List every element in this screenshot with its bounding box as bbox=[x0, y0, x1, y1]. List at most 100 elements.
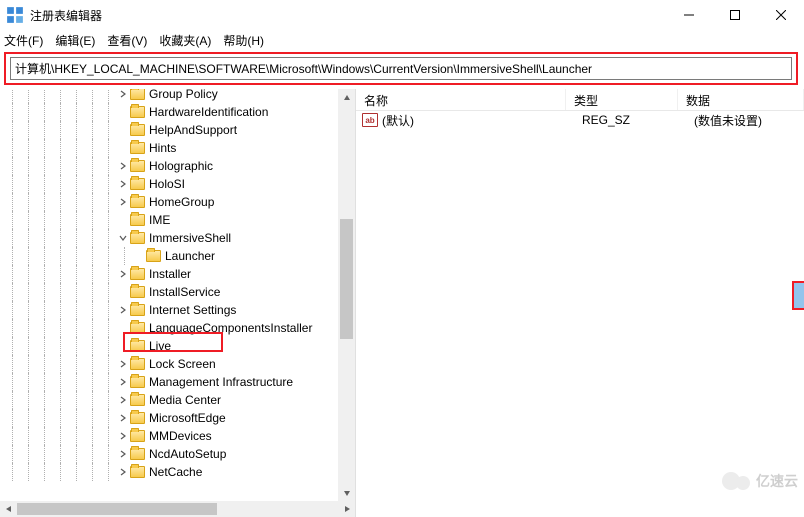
folder-icon bbox=[130, 160, 145, 172]
menu-view[interactable]: 查看(V) bbox=[107, 32, 147, 49]
context-new[interactable]: 新建(N) bbox=[794, 283, 804, 308]
registry-tree[interactable]: Group Policy HardwareIdentification HelpAn… bbox=[0, 89, 355, 481]
col-type[interactable]: 类型 bbox=[566, 89, 678, 110]
scroll-down-icon[interactable] bbox=[338, 484, 355, 501]
scroll-up-icon[interactable] bbox=[338, 89, 355, 106]
folder-icon bbox=[130, 196, 145, 208]
tree-node-label: Lock Screen bbox=[149, 357, 216, 371]
menu-help[interactable]: 帮助(H) bbox=[223, 32, 264, 49]
tree-node[interactable]: ImmersiveShell bbox=[4, 229, 355, 247]
col-name[interactable]: 名称 bbox=[356, 89, 566, 110]
tree-node[interactable]: Lock Screen bbox=[4, 355, 355, 373]
tree-pane: Group Policy HardwareIdentification HelpAn… bbox=[0, 89, 356, 517]
folder-icon bbox=[130, 322, 145, 334]
tree-node-label: InstallService bbox=[149, 285, 220, 299]
folder-icon bbox=[130, 412, 145, 424]
tree-node[interactable]: Holographic bbox=[4, 157, 355, 175]
tree-node[interactable]: LanguageComponentsInstaller bbox=[4, 319, 355, 337]
watermark-text: 亿速云 bbox=[756, 471, 798, 491]
tree-node[interactable]: Installer bbox=[4, 265, 355, 283]
tree-node[interactable]: Group Policy bbox=[4, 89, 355, 103]
chevron-right-icon[interactable] bbox=[116, 198, 130, 206]
folder-icon bbox=[130, 142, 145, 154]
folder-icon bbox=[130, 106, 145, 118]
panes: Group Policy HardwareIdentification HelpAn… bbox=[0, 89, 804, 517]
address-bar[interactable]: 计算机\HKEY_LOCAL_MACHINE\SOFTWARE\Microsof… bbox=[10, 57, 792, 80]
folder-icon bbox=[130, 340, 145, 352]
chevron-right-icon[interactable] bbox=[116, 414, 130, 422]
values-pane: 名称 类型 数据 ab (默认) REG_SZ (数值未设置) 新建(N) ▸ … bbox=[356, 89, 804, 517]
tree-node[interactable]: Hints bbox=[4, 139, 355, 157]
tree-node-label: Live bbox=[149, 339, 171, 353]
tree-node[interactable]: Internet Settings bbox=[4, 301, 355, 319]
tree-node[interactable]: Live bbox=[4, 337, 355, 355]
chevron-right-icon[interactable] bbox=[116, 90, 130, 98]
minimize-button[interactable] bbox=[666, 0, 712, 30]
folder-icon bbox=[130, 178, 145, 190]
tree-node[interactable]: HardwareIdentification bbox=[4, 103, 355, 121]
folder-icon bbox=[130, 430, 145, 442]
tree-node-label: Installer bbox=[149, 267, 191, 281]
tree-node[interactable]: IME bbox=[4, 211, 355, 229]
tree-node-label: HelpAndSupport bbox=[149, 123, 237, 137]
tree-node-label: Internet Settings bbox=[149, 303, 236, 317]
chevron-right-icon[interactable] bbox=[116, 270, 130, 278]
maximize-button[interactable] bbox=[712, 0, 758, 30]
scroll-thumb[interactable] bbox=[340, 219, 353, 339]
chevron-down-icon[interactable] bbox=[116, 234, 130, 242]
tree-node-label: HoloSI bbox=[149, 177, 185, 191]
chevron-right-icon[interactable] bbox=[116, 468, 130, 476]
menu-edit[interactable]: 编辑(E) bbox=[55, 32, 95, 49]
tree-node-label: HardwareIdentification bbox=[149, 105, 268, 119]
chevron-right-icon[interactable] bbox=[116, 396, 130, 404]
tree-node[interactable]: HomeGroup bbox=[4, 193, 355, 211]
menubar: 文件(F) 编辑(E) 查看(V) 收藏夹(A) 帮助(H) bbox=[0, 30, 804, 50]
folder-icon bbox=[130, 448, 145, 460]
tree-node[interactable]: Launcher bbox=[4, 247, 355, 265]
tree-node[interactable]: Media Center bbox=[4, 391, 355, 409]
folder-icon bbox=[130, 89, 145, 100]
tree-node-label: Hints bbox=[149, 141, 176, 155]
regedit-icon bbox=[6, 6, 24, 24]
context-new-highlight: 新建(N) ▸ bbox=[792, 281, 804, 310]
chevron-right-icon[interactable] bbox=[116, 378, 130, 386]
tree-node-label: NetCache bbox=[149, 465, 202, 479]
tree-node[interactable]: MMDevices bbox=[4, 427, 355, 445]
value-row[interactable]: ab (默认) REG_SZ (数值未设置) bbox=[356, 111, 804, 129]
string-value-icon: ab bbox=[362, 113, 378, 127]
chevron-right-icon[interactable] bbox=[116, 306, 130, 314]
chevron-right-icon[interactable] bbox=[116, 432, 130, 440]
tree-node-label: MMDevices bbox=[149, 429, 212, 443]
tree-node[interactable]: InstallService bbox=[4, 283, 355, 301]
tree-node[interactable]: NetCache bbox=[4, 463, 355, 481]
tree-node-label: HomeGroup bbox=[149, 195, 214, 209]
tree-node-label: Launcher bbox=[165, 249, 215, 263]
tree-node-label: ImmersiveShell bbox=[149, 231, 231, 245]
tree-scrollbar-vertical[interactable] bbox=[338, 89, 355, 501]
tree-node[interactable]: MicrosoftEdge bbox=[4, 409, 355, 427]
menu-favorites[interactable]: 收藏夹(A) bbox=[159, 32, 211, 49]
chevron-right-icon[interactable] bbox=[116, 162, 130, 170]
watermark: 亿速云 bbox=[722, 471, 798, 491]
tree-node[interactable]: HoloSI bbox=[4, 175, 355, 193]
address-bar-highlight: 计算机\HKEY_LOCAL_MACHINE\SOFTWARE\Microsof… bbox=[4, 52, 798, 85]
folder-icon bbox=[130, 124, 145, 136]
folder-icon bbox=[130, 358, 145, 370]
chevron-right-icon[interactable] bbox=[116, 360, 130, 368]
tree-node-label: LanguageComponentsInstaller bbox=[149, 321, 312, 335]
value-name: (默认) bbox=[382, 112, 582, 129]
col-data[interactable]: 数据 bbox=[678, 89, 804, 110]
tree-node[interactable]: Management Infrastructure bbox=[4, 373, 355, 391]
folder-icon bbox=[130, 394, 145, 406]
close-button[interactable] bbox=[758, 0, 804, 30]
tree-node-label: MicrosoftEdge bbox=[149, 411, 226, 425]
chevron-right-icon[interactable] bbox=[116, 180, 130, 188]
column-headers: 名称 类型 数据 bbox=[356, 89, 804, 111]
menu-file[interactable]: 文件(F) bbox=[4, 32, 43, 49]
chevron-right-icon[interactable] bbox=[116, 450, 130, 458]
tree-node[interactable]: HelpAndSupport bbox=[4, 121, 355, 139]
value-type: REG_SZ bbox=[582, 113, 694, 127]
hscroll-thumb[interactable] bbox=[17, 503, 217, 515]
tree-node[interactable]: NcdAutoSetup bbox=[4, 445, 355, 463]
folder-icon bbox=[130, 304, 145, 316]
